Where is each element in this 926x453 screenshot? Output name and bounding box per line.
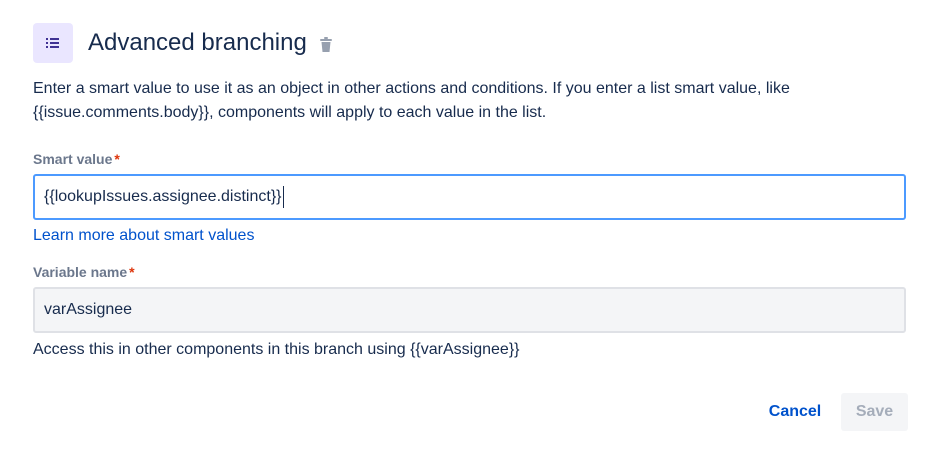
description-text: Enter a smart value to use it as an obje… (33, 80, 790, 121)
smart-value-label-text: Smart value (33, 151, 113, 167)
variable-name-input-text: varAssignee (44, 301, 133, 318)
smart-value-label: Smart value * (33, 151, 120, 167)
variable-name-label-text: Variable name (33, 264, 128, 280)
list-icon (33, 23, 73, 63)
learn-more-link[interactable]: Learn more about smart values (33, 227, 254, 245)
smart-value-input-text: {{lookupIssues.assignee.distinct}} (44, 188, 282, 205)
required-marker: * (114, 151, 120, 167)
variable-name-input[interactable]: varAssignee (33, 287, 906, 333)
cancel-button[interactable]: Cancel (759, 393, 831, 431)
required-marker: * (129, 264, 135, 280)
variable-help-text: Access this in other components in this … (33, 341, 520, 358)
save-button[interactable]: Save (841, 393, 908, 431)
smart-value-input[interactable]: {{lookupIssues.assignee.distinct}} (33, 174, 906, 220)
variable-name-label: Variable name * (33, 264, 135, 280)
page-title: Advanced branching (88, 29, 307, 56)
trash-icon[interactable] (319, 37, 333, 53)
text-caret (282, 186, 284, 208)
panel-header: Advanced branching (33, 23, 333, 63)
